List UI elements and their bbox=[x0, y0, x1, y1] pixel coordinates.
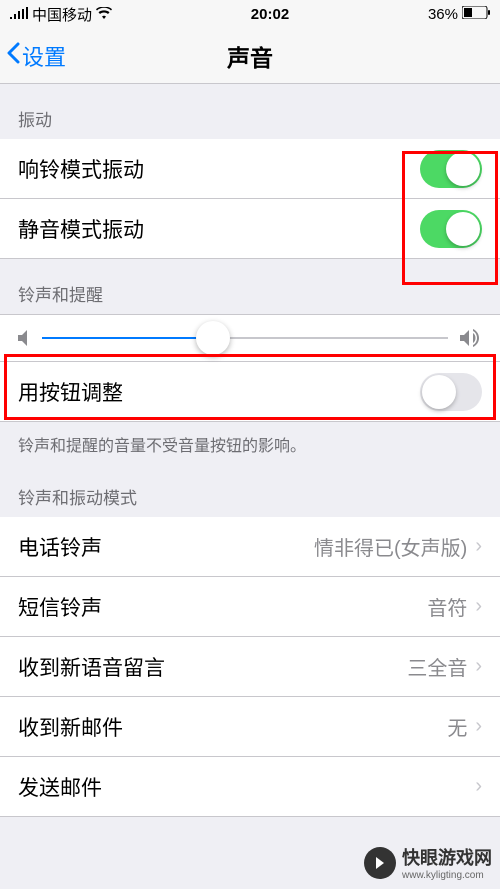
section-header-vibrate: 振动 bbox=[0, 84, 500, 139]
chevron-right-icon: › bbox=[475, 535, 482, 558]
ringtone-value: 情非得已(女声版) bbox=[314, 532, 467, 561]
watermark-name: 快眼游戏网 bbox=[402, 844, 492, 870]
back-label: 设置 bbox=[22, 40, 66, 72]
back-button[interactable]: 设置 bbox=[0, 40, 66, 72]
sent-mail-row[interactable]: 发送邮件 › bbox=[0, 757, 500, 817]
silent-vibrate-row: 静音模式振动 bbox=[0, 199, 500, 259]
chevron-right-icon: › bbox=[475, 655, 482, 678]
watermark-logo-icon bbox=[364, 847, 396, 879]
ringer-volume-row bbox=[0, 314, 500, 362]
status-right: 36% bbox=[428, 6, 490, 23]
section-header-ringer: 铃声和提醒 bbox=[0, 259, 500, 314]
nav-bar: 设置 声音 bbox=[0, 28, 500, 84]
ring-vibrate-label: 响铃模式振动 bbox=[18, 154, 144, 184]
battery-pct: 36% bbox=[428, 6, 458, 23]
silent-vibrate-label: 静音模式振动 bbox=[18, 214, 144, 244]
chevron-left-icon bbox=[6, 42, 20, 70]
slider-fill bbox=[42, 337, 213, 339]
section-footer-ringer: 铃声和提醒的音量不受音量按钮的影响。 bbox=[0, 422, 500, 462]
chevron-right-icon: › bbox=[475, 715, 482, 738]
text-tone-label: 短信铃声 bbox=[18, 592, 102, 622]
volume-high-icon bbox=[460, 329, 482, 347]
section-header-patterns: 铃声和振动模式 bbox=[0, 462, 500, 517]
page-title: 声音 bbox=[0, 39, 500, 73]
sent-mail-label: 发送邮件 bbox=[18, 772, 102, 802]
ringtone-row[interactable]: 电话铃声 情非得已(女声版) › bbox=[0, 517, 500, 577]
ring-vibrate-row: 响铃模式振动 bbox=[0, 139, 500, 199]
ringtone-label: 电话铃声 bbox=[18, 532, 102, 562]
chevron-right-icon: › bbox=[475, 775, 482, 798]
voicemail-row[interactable]: 收到新语音留言 三全音 › bbox=[0, 637, 500, 697]
status-time: 20:02 bbox=[251, 6, 289, 23]
carrier-label: 中国移动 bbox=[32, 4, 92, 25]
wifi-icon bbox=[96, 6, 112, 23]
watermark-url: www.kyligting.com bbox=[402, 870, 492, 881]
new-mail-label: 收到新邮件 bbox=[18, 712, 123, 742]
voicemail-value: 三全音 bbox=[407, 652, 467, 681]
ring-vibrate-switch[interactable] bbox=[420, 150, 482, 188]
use-buttons-row: 用按钮调整 bbox=[0, 362, 500, 422]
watermark: 快眼游戏网 www.kyligting.com bbox=[364, 844, 492, 881]
chevron-right-icon: › bbox=[475, 595, 482, 618]
text-tone-value: 音符 bbox=[427, 592, 467, 621]
silent-vibrate-switch[interactable] bbox=[420, 210, 482, 248]
battery-icon bbox=[462, 6, 490, 23]
status-bar: 中国移动 20:02 36% bbox=[0, 0, 500, 28]
use-buttons-label: 用按钮调整 bbox=[18, 377, 123, 407]
use-buttons-switch[interactable] bbox=[420, 373, 482, 411]
voicemail-label: 收到新语音留言 bbox=[18, 652, 165, 682]
volume-low-icon bbox=[18, 330, 30, 346]
slider-thumb[interactable] bbox=[196, 321, 230, 355]
signal-icon bbox=[10, 6, 28, 23]
text-tone-row[interactable]: 短信铃声 音符 › bbox=[0, 577, 500, 637]
ringer-volume-slider[interactable] bbox=[42, 337, 448, 339]
new-mail-row[interactable]: 收到新邮件 无 › bbox=[0, 697, 500, 757]
new-mail-value: 无 bbox=[447, 712, 467, 741]
status-left: 中国移动 bbox=[10, 4, 112, 25]
